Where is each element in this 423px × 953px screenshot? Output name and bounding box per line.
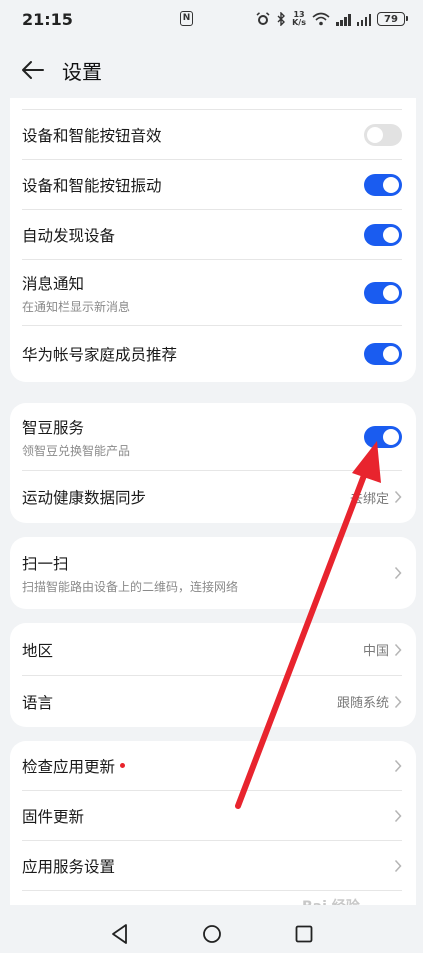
update-badge-dot <box>120 763 126 768</box>
status-bar: 21:15 N 13 K/s 79 <box>0 0 423 38</box>
chevron-right-icon <box>394 859 402 873</box>
setting-row-firmware-update[interactable]: 固件更新 <box>10 791 416 841</box>
setting-label: 扫一扫 <box>22 554 69 573</box>
setting-row-notifications[interactable]: 消息通知 在通知栏显示新消息 <box>10 260 416 326</box>
setting-sublabel: 扫描智能路由设备上的二维码，连接网络 <box>22 579 239 594</box>
chevron-right-icon <box>394 490 402 504</box>
family-recommend-toggle[interactable] <box>364 343 402 365</box>
setting-label: 智豆服务 <box>22 418 85 437</box>
settings-card-device: 设备和智能按钮音效 设备和智能按钮振动 自动发现设备 消息通知 在通知栏显示新消… <box>10 98 416 382</box>
wifi-icon <box>312 12 330 26</box>
setting-label: 设备和智能按钮音效 <box>22 127 162 145</box>
nav-recent-apps-icon[interactable] <box>295 925 313 943</box>
zhidou-service-toggle[interactable] <box>364 426 402 448</box>
setting-row-button-vibration[interactable]: 设备和智能按钮振动 <box>10 160 416 210</box>
back-arrow-icon[interactable] <box>20 58 46 82</box>
nfc-icon: N <box>180 11 193 26</box>
auto-discover-toggle[interactable] <box>364 224 402 246</box>
chevron-right-icon <box>394 695 402 708</box>
battery-icon: 79 <box>377 12 408 26</box>
clipped-row <box>10 98 416 110</box>
setting-row-family-recommend[interactable]: 华为帐号家庭成员推荐 <box>10 326 416 382</box>
alarm-icon <box>256 12 270 25</box>
setting-sublabel: 在通知栏显示新消息 <box>22 299 131 314</box>
chevron-right-icon <box>394 809 402 823</box>
nav-back-icon[interactable] <box>110 923 130 945</box>
nav-home-icon[interactable] <box>202 924 222 944</box>
setting-row-zhidou-service[interactable]: 智豆服务 领智豆兑换智能产品 <box>10 403 416 471</box>
settings-card-scan: 扫一扫 扫描智能路由设备上的二维码，连接网络 <box>10 537 416 609</box>
setting-row-app-service[interactable]: 应用服务设置 <box>10 841 416 891</box>
chevron-right-icon <box>394 643 402 656</box>
setting-row-health-sync[interactable]: 运动健康数据同步 去绑定 <box>10 471 416 523</box>
button-vibration-toggle[interactable] <box>364 174 402 196</box>
setting-row-button-sound[interactable]: 设备和智能按钮音效 <box>10 110 416 160</box>
signal-icon <box>336 13 351 26</box>
setting-label: 语言 <box>22 693 54 712</box>
button-sound-toggle[interactable] <box>364 124 402 146</box>
setting-row-check-app-update[interactable]: 检查应用更新 <box>10 741 416 791</box>
setting-label: 检查应用更新 <box>22 755 126 777</box>
title-bar: 设置 <box>0 48 423 92</box>
status-time: 21:15 <box>22 9 73 29</box>
system-nav-bar <box>0 905 423 953</box>
settings-card-services: 智豆服务 领智豆兑换智能产品 运动健康数据同步 去绑定 <box>10 403 416 523</box>
check-app-update-label: 检查应用更新 <box>22 758 116 776</box>
setting-row-scan[interactable]: 扫一扫 扫描智能路由设备上的二维码，连接网络 <box>10 537 416 609</box>
setting-label: 自动发现设备 <box>22 227 116 245</box>
status-icons: 13 K/s 79 <box>256 11 408 27</box>
bluetooth-icon <box>277 12 286 26</box>
setting-row-language[interactable]: 语言 跟随系统 <box>10 676 416 727</box>
chevron-right-icon <box>394 759 402 773</box>
language-value: 跟随系统 <box>336 696 389 711</box>
setting-label: 应用服务设置 <box>22 858 116 876</box>
network-speed: 13 K/s <box>292 11 306 27</box>
setting-row-auto-discover[interactable]: 自动发现设备 <box>10 210 416 260</box>
settings-card-updates: 检查应用更新 固件更新 应用服务设置 关于 <box>10 741 416 905</box>
health-sync-value: 去绑定 <box>349 491 389 507</box>
setting-label: 华为帐号家庭成员推荐 <box>22 346 178 364</box>
setting-label: 运动健康数据同步 <box>22 489 147 507</box>
page-title: 设置 <box>62 59 102 84</box>
setting-row-region[interactable]: 地区 中国 <box>10 623 416 676</box>
setting-label: 消息通知 <box>22 274 85 293</box>
setting-label: 固件更新 <box>22 808 85 826</box>
signal-icon-2 <box>356 13 371 26</box>
setting-sublabel: 领智豆兑换智能产品 <box>22 443 131 458</box>
region-value: 中国 <box>362 644 389 659</box>
chevron-right-icon <box>394 566 402 580</box>
notifications-toggle[interactable] <box>364 282 402 304</box>
network-speed-unit: K/s <box>292 18 306 27</box>
setting-label: 设备和智能按钮振动 <box>22 177 162 195</box>
setting-label: 地区 <box>22 641 54 660</box>
settings-card-region: 地区 中国 语言 跟随系统 <box>10 623 416 727</box>
